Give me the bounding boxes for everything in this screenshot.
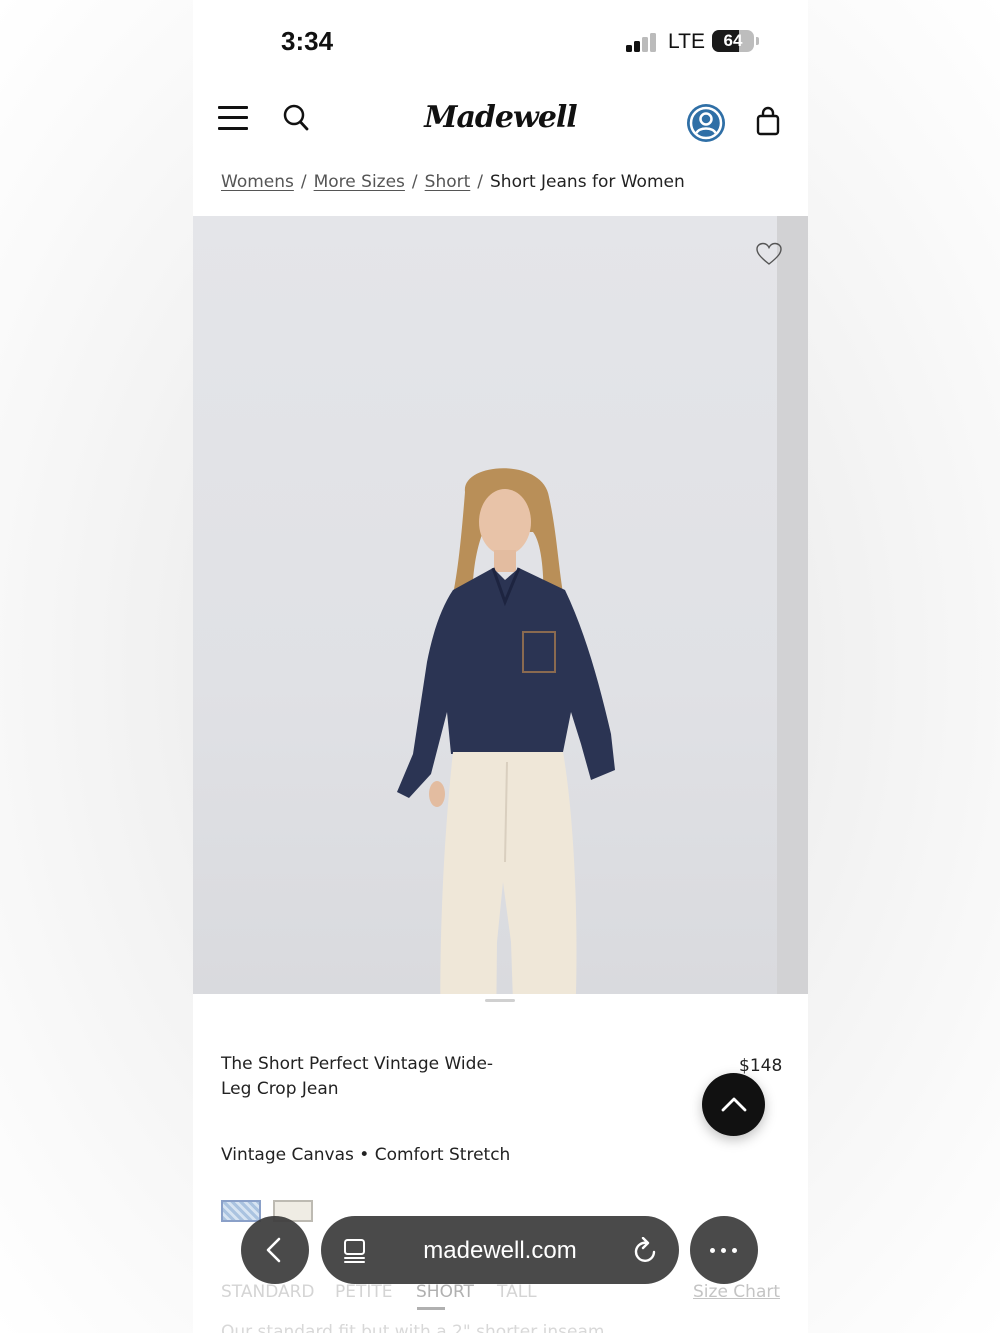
tab-short[interactable]: SHORT: [416, 1282, 474, 1302]
shopping-bag-icon[interactable]: [756, 106, 780, 136]
breadcrumb-current: Short Jeans for Women: [490, 172, 685, 192]
heart-icon[interactable]: [756, 242, 782, 266]
more-options-button[interactable]: [690, 1216, 758, 1284]
product-image[interactable]: [193, 216, 808, 994]
breadcrumb-link-short[interactable]: Short: [425, 172, 471, 192]
scroll-to-top-button[interactable]: [702, 1073, 765, 1136]
status-time: 3:34: [281, 26, 334, 56]
chevron-up-icon: [721, 1097, 747, 1112]
brand-logo[interactable]: Madewell: [423, 100, 578, 135]
account-icon[interactable]: [687, 104, 725, 142]
model-photo: [397, 468, 615, 994]
reload-icon[interactable]: [633, 1237, 659, 1265]
breadcrumb-separator: /: [477, 172, 484, 192]
fit-note: Our standard fit but with a 2" shorter i…: [221, 1322, 605, 1333]
url-text[interactable]: madewell.com: [321, 1237, 679, 1265]
browser-back-button[interactable]: [241, 1216, 309, 1284]
network-type: LTE: [668, 30, 705, 53]
hamburger-icon[interactable]: [218, 106, 248, 130]
battery-percent: 64: [723, 31, 743, 50]
color-swatch-blue-print[interactable]: [221, 1200, 261, 1222]
product-price: $148: [739, 1056, 783, 1076]
address-bar[interactable]: madewell.com: [321, 1216, 679, 1284]
tab-petite[interactable]: PETITE: [335, 1282, 393, 1302]
size-chart-link[interactable]: Size Chart: [693, 1282, 780, 1302]
cellular-signal-icon: [626, 32, 658, 52]
battery-icon: 64: [712, 30, 754, 52]
breadcrumb-link-womens[interactable]: Womens: [221, 172, 294, 192]
chevron-left-icon: [266, 1237, 281, 1263]
breadcrumb-link-more-sizes[interactable]: More Sizes: [314, 172, 405, 192]
fabric-description: Vintage Canvas • Comfort Stretch: [221, 1145, 511, 1165]
battery-cap: [756, 37, 759, 45]
breadcrumb-separator: /: [300, 172, 307, 192]
tab-standard[interactable]: STANDARD: [221, 1282, 315, 1302]
image-pager-indicator: [485, 999, 515, 1002]
breadcrumb: Womens / More Sizes / Short / Short Jeans for …: [221, 172, 685, 192]
tab-tall[interactable]: TALL: [497, 1282, 537, 1302]
phone-screen: 3:34 LTE 64 Madewell Womens / More Sizes / S…: [193, 0, 808, 1333]
search-icon[interactable]: [283, 104, 309, 132]
breadcrumb-separator: /: [411, 172, 418, 192]
next-image-peek[interactable]: [777, 216, 808, 994]
selected-tab-underline: [417, 1307, 445, 1310]
product-name: The Short Perfect Vintage Wide-Leg Crop …: [221, 1054, 494, 1099]
